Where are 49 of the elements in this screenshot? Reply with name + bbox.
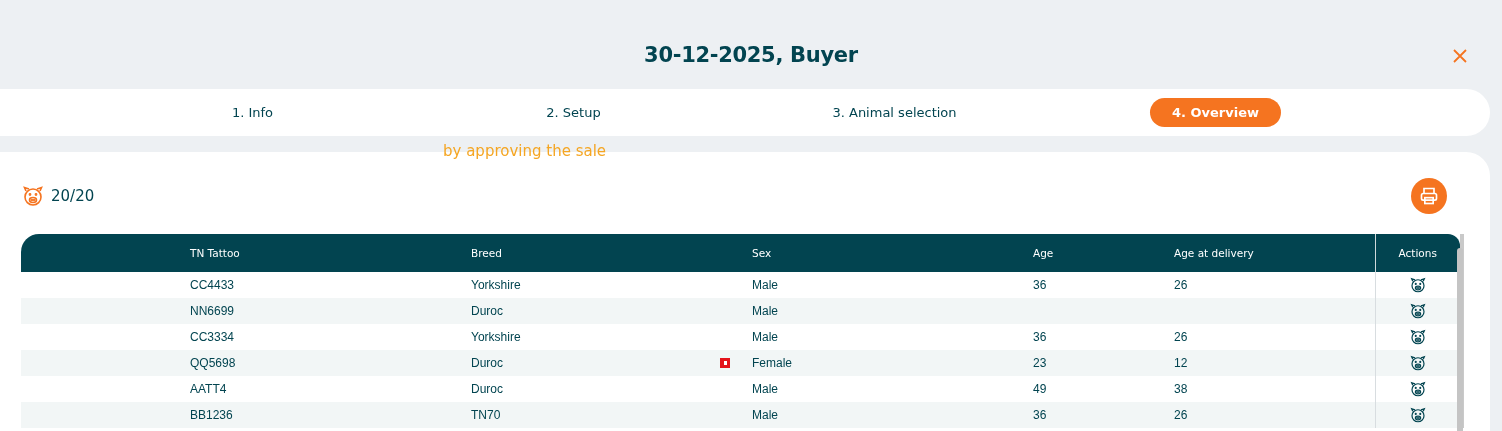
table-cell: 12 [1174, 350, 1375, 376]
table-cell: Duroc [471, 356, 503, 370]
pig-icon[interactable] [1408, 406, 1427, 424]
print-button[interactable] [1411, 178, 1447, 214]
table-cell: Yorkshire [471, 278, 521, 292]
pig-icon[interactable] [1408, 354, 1427, 372]
dialog-title: 30-12-2025, Buyer [644, 42, 858, 67]
column-header: Sex [752, 234, 1033, 272]
table-cell: CC3334 [190, 324, 471, 350]
table-cell: 26 [1174, 324, 1375, 350]
column-header: Age [1033, 234, 1174, 272]
pig-icon[interactable] [1408, 328, 1427, 346]
table-cell: 26 [1174, 402, 1375, 428]
table-cell: NN6699 [190, 298, 471, 324]
table-cell: 38 [1174, 376, 1375, 402]
table-cell: Male [752, 376, 1033, 402]
table-cell: Duroc [471, 304, 503, 318]
table-cell: CC4433 [190, 272, 471, 298]
table-cell: 23 [1033, 350, 1174, 376]
table-cell: Yorkshire [471, 330, 521, 344]
table-cell: Male [752, 324, 1033, 350]
scrollbar[interactable] [1457, 248, 1463, 431]
pig-icon [21, 184, 45, 208]
column-header: Breed [471, 234, 752, 272]
pig-icon[interactable] [1408, 276, 1427, 294]
table-cell: 36 [1033, 402, 1174, 428]
table-cell: Duroc [471, 382, 503, 396]
column-header: Age at delivery [1174, 234, 1375, 272]
notice-text: by approving the sale [443, 142, 607, 160]
table-cell: Female [752, 350, 1033, 376]
pig-icon[interactable] [1408, 380, 1427, 398]
table-cell: Male [752, 402, 1033, 428]
column-header: TN Tattoo [190, 234, 471, 272]
step-tab[interactable]: 3. Animal selection [810, 100, 979, 125]
table-cell: Male [752, 272, 1033, 298]
table-cell: 49 [1033, 376, 1174, 402]
table-cell: AATT4 [190, 376, 471, 402]
table-cell: 26 [1174, 272, 1375, 298]
table-cell: QQ5698 [190, 350, 471, 376]
table-cell: BB1236 [190, 402, 471, 428]
pig-icon[interactable] [1408, 302, 1427, 320]
printer-icon [1419, 186, 1439, 206]
animal-count: 20/20 [51, 187, 95, 205]
table-cell: TN70 [471, 408, 501, 422]
step-tab[interactable]: 1. Info [209, 100, 296, 125]
table-cell: 36 [1033, 324, 1174, 350]
table-cell: 36 [1033, 272, 1174, 298]
table-cell: Male [752, 298, 1033, 324]
step-tab[interactable]: 2. Setup [524, 100, 623, 125]
